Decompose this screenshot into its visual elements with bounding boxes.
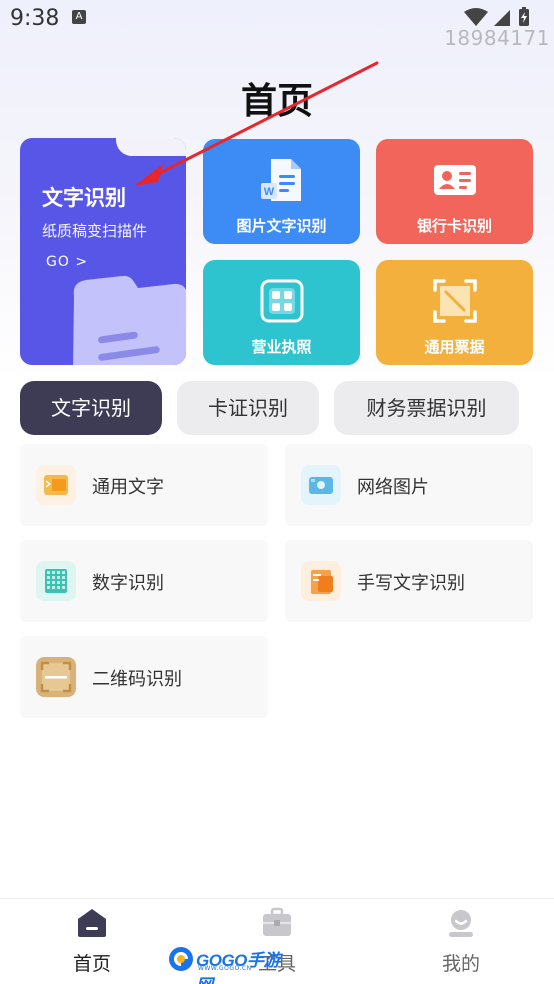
list-item-general-text[interactable]: 通用文字 [20,444,268,526]
notification-a-icon: A [72,10,86,24]
folder-document-icon [73,275,186,365]
cell-signal-icon [494,10,510,26]
nav-home-label: 首页 [72,953,111,975]
tab-text-recognition[interactable]: 文字识别 [20,381,162,435]
nav-profile[interactable]: 我的 [401,899,521,984]
card-main-subtitle: 纸质稿变扫描件 [42,222,148,240]
toolbox-icon [263,907,291,936]
folder-tab-notch [116,138,186,156]
handwriting-icon [301,561,341,601]
nav-profile-label: 我的 [441,953,480,975]
list-item-handwriting-recognition[interactable]: 手写文字识别 [285,540,533,622]
status-bar: 9:38 A 18984171 [0,0,554,50]
qr-scan-icon [36,657,76,697]
web-image-icon [301,465,341,505]
list-item-web-image[interactable]: 网络图片 [285,444,533,526]
profile-icon [449,910,473,937]
overlay-number: 18984171 [444,26,550,50]
web-image-label: 网络图片 [357,477,429,498]
watermark-logo: GOGO手游网 WWW.GOGO.CN [168,944,280,984]
status-time: 9:38 [10,6,60,31]
list-item-number-recognition[interactable]: 数字识别 [20,540,268,622]
general-receipt-card[interactable]: 通用票据 [376,260,533,365]
signal-battery-icons [464,7,529,26]
bank-card-recognition-label: 银行卡识别 [416,217,492,235]
qr-recognition-label: 二维码识别 [92,669,182,690]
text-document-icon [36,465,76,505]
number-recognition-label: 数字识别 [92,573,164,594]
tab-card-recognition[interactable]: 卡证识别 [177,381,319,435]
nav-home[interactable]: 首页 [32,899,152,984]
bank-card-recognition-card[interactable]: 银行卡识别 [376,139,533,244]
category-tabs: 文字识别 卡证识别 财务票据识别 [20,381,540,435]
card-main-title: 文字识别 [42,186,126,210]
svg-text:W: W [264,186,275,198]
home-icon [78,909,106,937]
business-license-card[interactable]: 营业执照 [203,260,360,365]
watermark-g-icon [169,947,193,971]
general-text-label: 通用文字 [92,477,164,498]
tab-financial-receipt[interactable]: 财务票据识别 [334,381,519,435]
number-grid-icon [36,561,76,601]
word-document-icon: W [261,159,301,201]
image-text-recognition-label: 图片文字识别 [236,217,327,235]
text-recognition-card[interactable]: 文字识别 纸质稿变扫描件 GO > [20,138,186,365]
handwriting-recognition-label: 手写文字识别 [357,573,465,594]
scan-frame-icon [260,279,304,323]
image-text-recognition-card[interactable]: W 图片文字识别 [203,139,360,244]
list-item-qr-recognition[interactable]: 二维码识别 [20,636,268,718]
wifi-icon [464,8,488,26]
general-receipt-label: 通用票据 [424,338,485,356]
page-title: 首页 [240,81,313,122]
receipt-scan-icon [433,279,477,323]
watermark-sub: WWW.GOGO.CN [198,965,252,972]
id-card-icon [434,165,476,195]
business-license-label: 营业执照 [251,338,312,356]
